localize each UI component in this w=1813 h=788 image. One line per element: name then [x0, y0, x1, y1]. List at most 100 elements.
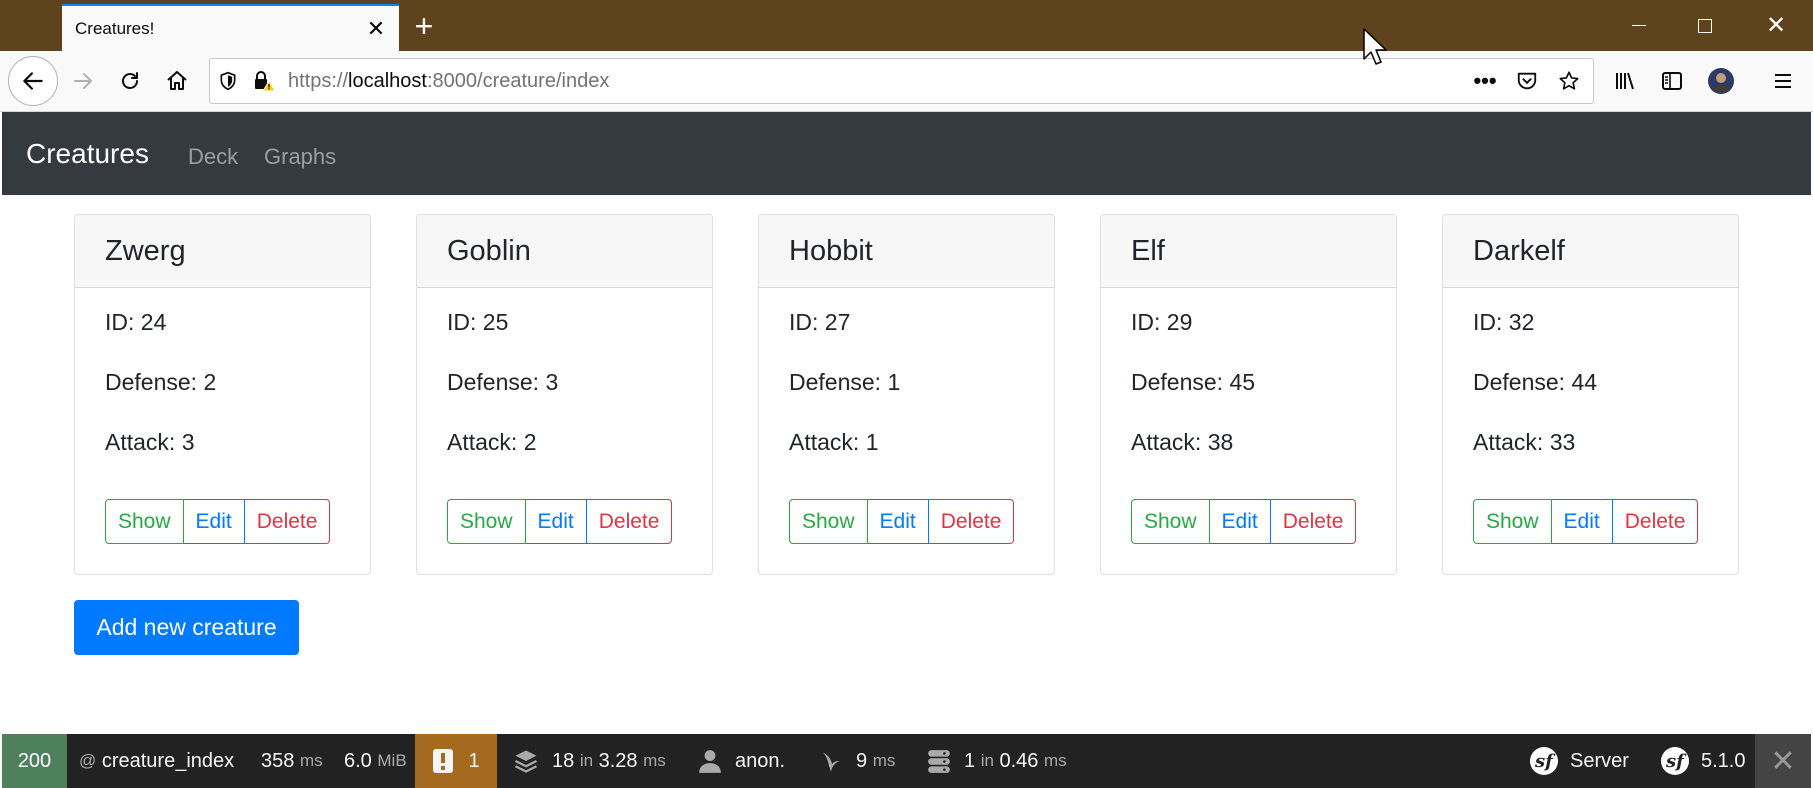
server-label: Server	[1570, 749, 1629, 772]
browser-toolbar: https://localhost:8000/creature/index ••…	[0, 51, 1813, 112]
window-maximize-button[interactable]	[1672, 0, 1738, 51]
delete-button[interactable]: Delete	[1612, 499, 1699, 544]
window-close-button[interactable]: ✕	[1743, 0, 1809, 51]
browser-titlebar: Creatures! ✕ + ✕	[0, 0, 1813, 51]
delete-button[interactable]: Delete	[1270, 499, 1357, 544]
pocket-icon[interactable]	[1509, 63, 1545, 99]
creature-name: Zwerg	[75, 215, 370, 288]
delete-button[interactable]: Delete	[928, 499, 1015, 544]
show-button[interactable]: Show	[1131, 499, 1210, 544]
creature-name: Darkelf	[1443, 215, 1738, 288]
creature-card: Goblin ID: 25 Defense: 3 Attack: 2 Show …	[416, 214, 713, 575]
twig-unit: ms	[643, 751, 666, 770]
edit-button[interactable]: Edit	[867, 499, 929, 544]
home-icon[interactable]	[156, 60, 198, 102]
account-avatar-icon[interactable]	[1700, 60, 1742, 102]
time-unit: ms	[299, 751, 323, 770]
nav-link-graphs[interactable]: Graphs	[264, 144, 336, 170]
creature-id: ID: 24	[105, 309, 167, 335]
creature-actions: Show Edit Delete	[105, 499, 331, 544]
creature-actions: Show Edit Delete	[1131, 499, 1357, 544]
edit-button[interactable]: Edit	[1551, 499, 1613, 544]
memory-unit: MiB	[377, 751, 407, 770]
delete-button[interactable]: Delete	[244, 499, 331, 544]
creature-attack: Attack: 33	[1473, 429, 1576, 455]
edit-button[interactable]: Edit	[1209, 499, 1271, 544]
creature-card: Zwerg ID: 24 Defense: 2 Attack: 3 Show E…	[74, 214, 371, 575]
status-code-badge[interactable]: 200	[2, 734, 67, 788]
browser-tab[interactable]: Creatures! ✕	[62, 4, 399, 51]
creature-defense: Defense: 3	[447, 369, 559, 395]
window-minimize-button[interactable]	[1606, 0, 1672, 51]
route-prefix: @	[79, 751, 97, 770]
add-creature-button[interactable]: Add new creature	[74, 600, 299, 655]
creature-card: Hobbit ID: 27 Defense: 1 Attack: 1 Show …	[758, 214, 1055, 575]
time-panel[interactable]: 358 ms	[261, 734, 323, 788]
server-panel[interactable]: sf Server	[1530, 734, 1629, 788]
feather-icon	[822, 752, 840, 772]
time-value: 358	[261, 749, 295, 772]
show-button[interactable]: Show	[447, 499, 526, 544]
creature-id: ID: 27	[789, 309, 851, 335]
edit-button[interactable]: Edit	[525, 499, 587, 544]
cache-time: 9	[856, 749, 868, 772]
page-actions-icon[interactable]: •••	[1467, 63, 1503, 99]
warnings-panel[interactable]: 1	[415, 734, 497, 788]
user-name: anon.	[735, 749, 786, 772]
symfony-logo-icon: sf	[1661, 747, 1689, 775]
symfony-version: 5.1.0	[1701, 749, 1746, 772]
show-button[interactable]: Show	[789, 499, 868, 544]
forward-arrow-icon[interactable]	[62, 60, 104, 102]
cache-unit: ms	[872, 751, 896, 770]
creature-card: Elf ID: 29 Defense: 45 Attack: 38 Show E…	[1100, 214, 1397, 575]
creature-actions: Show Edit Delete	[1473, 499, 1699, 544]
creature-attack: Attack: 38	[1131, 429, 1234, 455]
edit-button[interactable]: Edit	[183, 499, 245, 544]
toolbar-close-icon[interactable]: ✕	[1755, 734, 1811, 788]
nav-link-deck[interactable]: Deck	[188, 144, 238, 170]
library-icon[interactable]	[1604, 60, 1646, 102]
insecure-lock-icon[interactable]	[246, 63, 282, 99]
user-panel[interactable]: anon.	[697, 734, 785, 788]
reload-icon[interactable]	[109, 60, 151, 102]
new-tab-plus-icon[interactable]: +	[405, 8, 443, 46]
warnings-count: 1	[468, 749, 480, 772]
tab-title: Creatures!	[75, 18, 155, 38]
url-text[interactable]: https://localhost:8000/creature/index	[288, 70, 1467, 93]
creature-id: ID: 25	[447, 309, 509, 335]
version-panel[interactable]: sf 5.1.0	[1661, 734, 1745, 788]
route-name: creature_index	[101, 749, 235, 772]
db-time: 0.46	[999, 749, 1039, 772]
creature-defense: Defense: 1	[789, 369, 901, 395]
twig-panel[interactable]: 18 in 3.28 ms	[512, 734, 666, 788]
back-arrow-icon[interactable]	[8, 56, 58, 106]
hamburger-menu-icon[interactable]	[1762, 60, 1804, 102]
creature-actions: Show Edit Delete	[447, 499, 673, 544]
sidebar-icon[interactable]	[1651, 60, 1693, 102]
twig-count: 18	[552, 749, 575, 772]
database-panel[interactable]: 1 in 0.46 ms	[926, 734, 1067, 788]
tab-close-icon[interactable]: ✕	[359, 12, 393, 46]
delete-button[interactable]: Delete	[586, 499, 673, 544]
memory-value: 6.0	[344, 749, 372, 772]
creature-actions: Show Edit Delete	[789, 499, 1015, 544]
navbar-brand[interactable]: Creatures	[26, 138, 149, 170]
show-button[interactable]: Show	[105, 499, 184, 544]
db-in: in	[980, 751, 994, 770]
creature-name: Goblin	[417, 215, 712, 288]
creature-defense: Defense: 2	[105, 369, 217, 395]
memory-panel[interactable]: 6.0 MiB	[344, 734, 407, 788]
cache-panel[interactable]: 9 ms	[818, 734, 895, 788]
database-icon	[928, 750, 950, 773]
twig-in: in	[579, 751, 594, 770]
show-button[interactable]: Show	[1473, 499, 1552, 544]
route-panel[interactable]: @ creature_index	[79, 734, 234, 788]
exclamation-icon	[433, 749, 454, 773]
user-icon	[699, 750, 721, 773]
db-count: 1	[964, 749, 976, 772]
symfony-logo-icon: sf	[1530, 747, 1558, 775]
tracking-shield-icon[interactable]	[210, 63, 246, 99]
site-navbar: Creatures Deck Graphs	[2, 112, 1811, 195]
bookmark-star-icon[interactable]	[1551, 63, 1587, 99]
url-path: :8000/creature/index	[426, 69, 610, 92]
